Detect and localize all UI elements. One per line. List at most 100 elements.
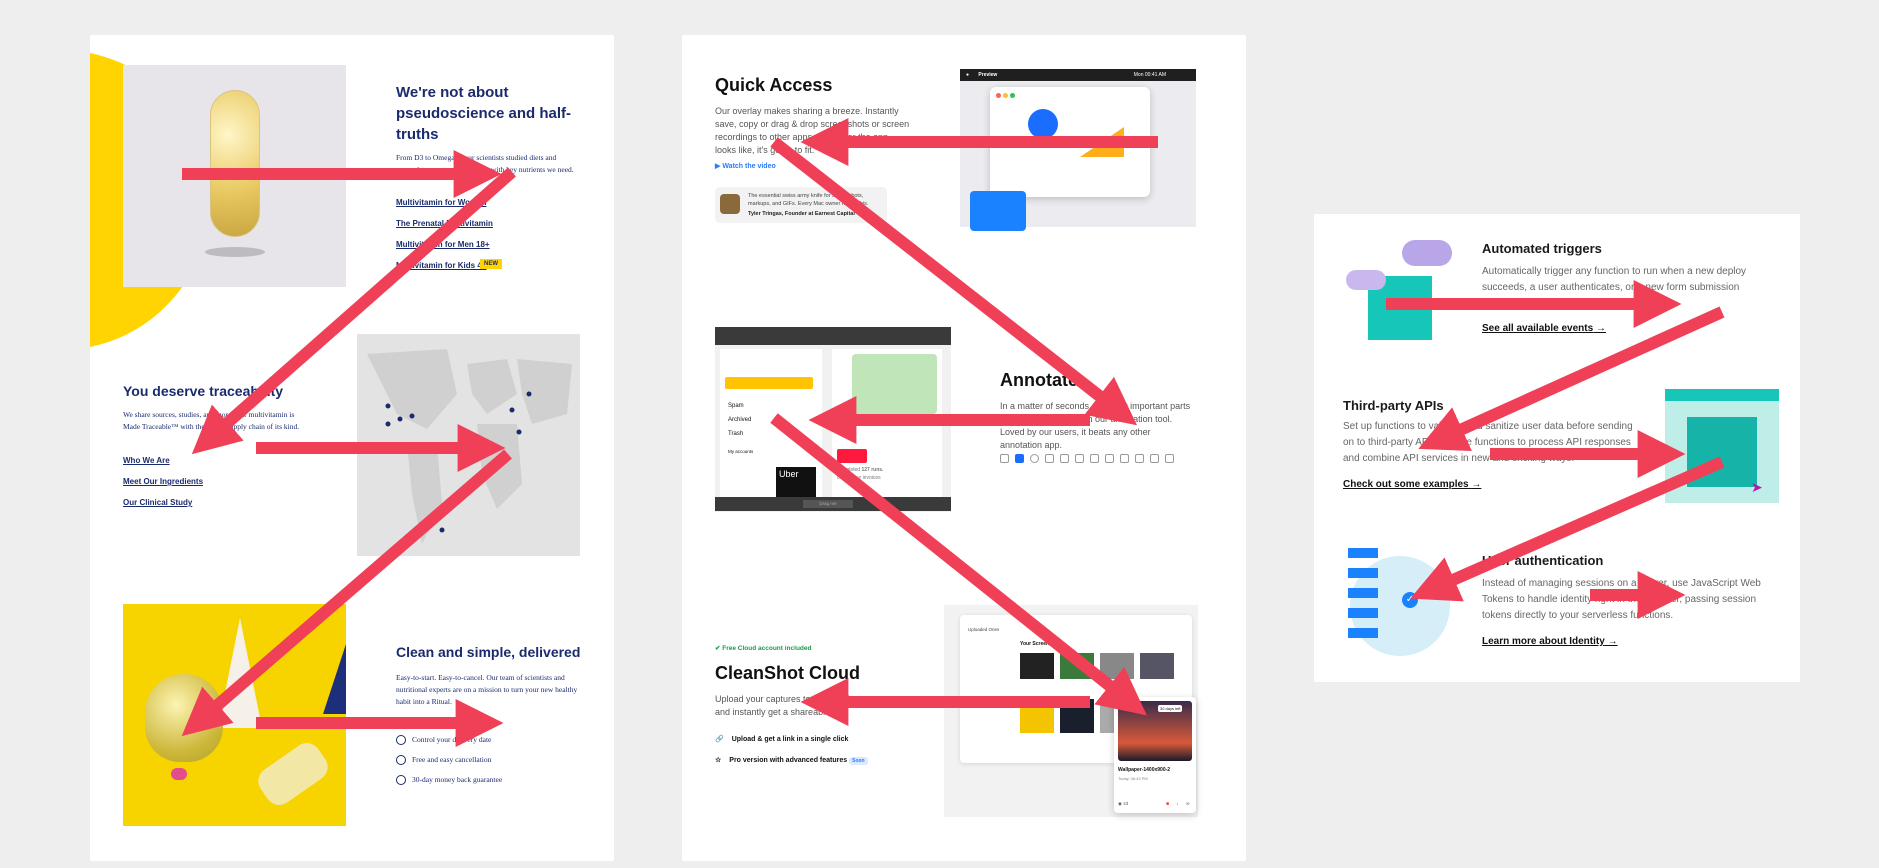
thumb[interactable] xyxy=(1060,699,1094,733)
orange-triangle-shape xyxy=(1080,127,1124,157)
testimonial-card: The essential swiss army knife for scree… xyxy=(715,187,887,223)
identity-link[interactable]: Learn more about Identity → xyxy=(1482,636,1618,647)
link-clinical-study[interactable]: Our Clinical Study xyxy=(123,498,192,507)
spilled-jar xyxy=(252,737,334,811)
events-link-label: See all available events xyxy=(1482,323,1594,334)
calendar-icon xyxy=(396,735,406,746)
tool-icon[interactable] xyxy=(1090,454,1099,463)
thumb[interactable] xyxy=(1140,653,1174,679)
netlify-functions-panel: Automated triggers Automatically trigger… xyxy=(1314,214,1800,682)
traceability-title: You deserve traceability xyxy=(123,383,284,399)
blue-overlay-card[interactable] xyxy=(970,191,1026,231)
days-left-badge: 30 days left xyxy=(1158,705,1183,712)
check-circle-icon: ✔ xyxy=(715,645,721,652)
window-dot-yellow xyxy=(1003,93,1008,98)
mac-menubar: ● Preview Mon 00:41 AM xyxy=(960,69,1196,81)
thumb[interactable] xyxy=(1060,653,1094,679)
capsule-image xyxy=(123,65,346,287)
arrow-right-icon: → xyxy=(1471,479,1482,490)
tool-icon[interactable] xyxy=(1135,454,1144,463)
quote-text: The essential swiss army knife for scree… xyxy=(748,193,869,207)
examples-link[interactable]: Check out some examples → xyxy=(1343,479,1481,490)
tool-icon[interactable] xyxy=(1045,454,1054,463)
feature-label: Free and easy cancellation xyxy=(412,755,492,764)
thumb[interactable] xyxy=(1020,653,1054,679)
intro-text: From D3 to Omega-3, our scientists studi… xyxy=(396,153,574,174)
mock-screen-left: Spam Archived Trash My accounts Uber xyxy=(720,349,822,499)
thumb[interactable] xyxy=(1100,653,1134,679)
trash-icon[interactable]: ■ xyxy=(1166,801,1169,807)
link-women[interactable]: Multivitamin for Women xyxy=(396,198,487,207)
quote-author: Tyler Tringas, Founder at Earnest Capita… xyxy=(748,211,855,217)
link-icon[interactable]: ∞ xyxy=(1186,801,1190,807)
thumb[interactable] xyxy=(1020,699,1054,733)
tool-icon[interactable] xyxy=(1000,454,1009,463)
tool-icon[interactable] xyxy=(1030,454,1039,463)
tool-icon[interactable] xyxy=(1075,454,1084,463)
avatar xyxy=(720,194,740,214)
traceability-text: We share sources, studies, and more. Our… xyxy=(123,410,300,431)
annotate-text: In a matter of seconds, highlight import… xyxy=(1000,401,1191,450)
completed-label: completed xyxy=(837,467,861,473)
page-title: We're not about pseudoscience and half-t… xyxy=(396,84,572,143)
capsule-pill xyxy=(210,90,260,237)
feature-guarantee: 30-day money back guarantee xyxy=(396,774,502,786)
download-icon[interactable]: ↓ xyxy=(1176,801,1179,807)
dashboard-grid-title: Your Screenshot xyxy=(1020,641,1060,647)
annotation-tools-row xyxy=(1000,454,1198,464)
window-dot-green xyxy=(1010,93,1015,98)
menu-archived: Archived xyxy=(728,417,752,423)
file-name: Wallpaper-1400x900-2 xyxy=(1118,767,1171,773)
drag-me-button[interactable]: Drag me xyxy=(803,500,853,508)
examples-link-label: Check out some examples xyxy=(1343,479,1469,490)
link-men[interactable]: Multivitamin for Men 18+ xyxy=(396,240,490,249)
tool-icon[interactable] xyxy=(1165,454,1174,463)
purple-cloud xyxy=(1402,240,1452,266)
world-map xyxy=(357,334,580,556)
menu-accounts: My accounts xyxy=(728,449,754,454)
tool-icon[interactable] xyxy=(1105,454,1114,463)
window-dot-red xyxy=(996,93,1001,98)
verified-check-icon: ✓ xyxy=(1402,592,1418,608)
cloud-feature-pro: ☆ Pro version with advanced features Soon xyxy=(715,756,868,765)
user-auth-title: User authentication xyxy=(1482,553,1604,568)
link-icon: 🔗 xyxy=(715,736,724,743)
tool-icon[interactable] xyxy=(1015,454,1024,463)
link-ingredients[interactable]: Meet Our Ingredients xyxy=(123,477,203,486)
cloud-feature-label: Upload & get a link in a single click xyxy=(731,736,849,743)
third-party-title: Third-party APIs xyxy=(1343,398,1444,413)
file-detail-card[interactable]: 30 days left Wallpaper-1400x900-2 Today,… xyxy=(1114,697,1196,813)
link-kids[interactable]: Multivitamin for Kids 4+ xyxy=(396,261,486,270)
ritual-panel: We're not about pseudoscience and half-t… xyxy=(90,35,614,861)
feature-label: Control your delivery date xyxy=(412,735,492,744)
user-auth-text: Instead of managing sessions on a server… xyxy=(1482,578,1761,621)
invoice-text: check your invoices xyxy=(837,475,881,481)
events-link[interactable]: See all available events → xyxy=(1482,323,1606,334)
tool-icon[interactable] xyxy=(1150,454,1159,463)
glass-bottle xyxy=(145,674,223,762)
tool-icon[interactable] xyxy=(1060,454,1069,463)
quick-access-text: Our overlay makes sharing a breeze. Inst… xyxy=(715,106,910,155)
menu-spam: Spam xyxy=(728,403,744,409)
automated-triggers-title: Automated triggers xyxy=(1482,241,1602,256)
link-prenatal[interactable]: The Prenatal Multivitamin xyxy=(396,219,493,228)
link-who-we-are[interactable]: Who We Are xyxy=(123,456,170,465)
purple-cloud-small xyxy=(1346,270,1386,290)
map-svg xyxy=(367,349,572,544)
new-badge: NEW xyxy=(480,259,502,269)
quick-access-mock: ● Preview Mon 00:41 AM xyxy=(960,69,1196,231)
uber-card: Uber xyxy=(776,467,816,497)
capsule-shadow xyxy=(205,247,265,257)
identity-illustration: ✓ xyxy=(1340,544,1454,658)
mock-screen-right: completed 127 runs. check your invoices xyxy=(832,349,942,499)
tool-icon[interactable] xyxy=(1120,454,1129,463)
preview-window xyxy=(990,87,1150,197)
cloud-text: Upload your captures to the cloud and in… xyxy=(715,694,850,717)
triggers-illustration xyxy=(1340,236,1458,344)
completed-text: completed 127 runs. xyxy=(837,467,883,473)
star-icon: ☆ xyxy=(715,757,722,764)
eye-icon: ◉ xyxy=(1118,801,1122,806)
watch-video-link[interactable]: ▶ Watch the video xyxy=(715,162,776,170)
watch-video-label: Watch the video xyxy=(722,163,776,170)
cloud-feature-label: Pro version with advanced features xyxy=(729,757,848,764)
